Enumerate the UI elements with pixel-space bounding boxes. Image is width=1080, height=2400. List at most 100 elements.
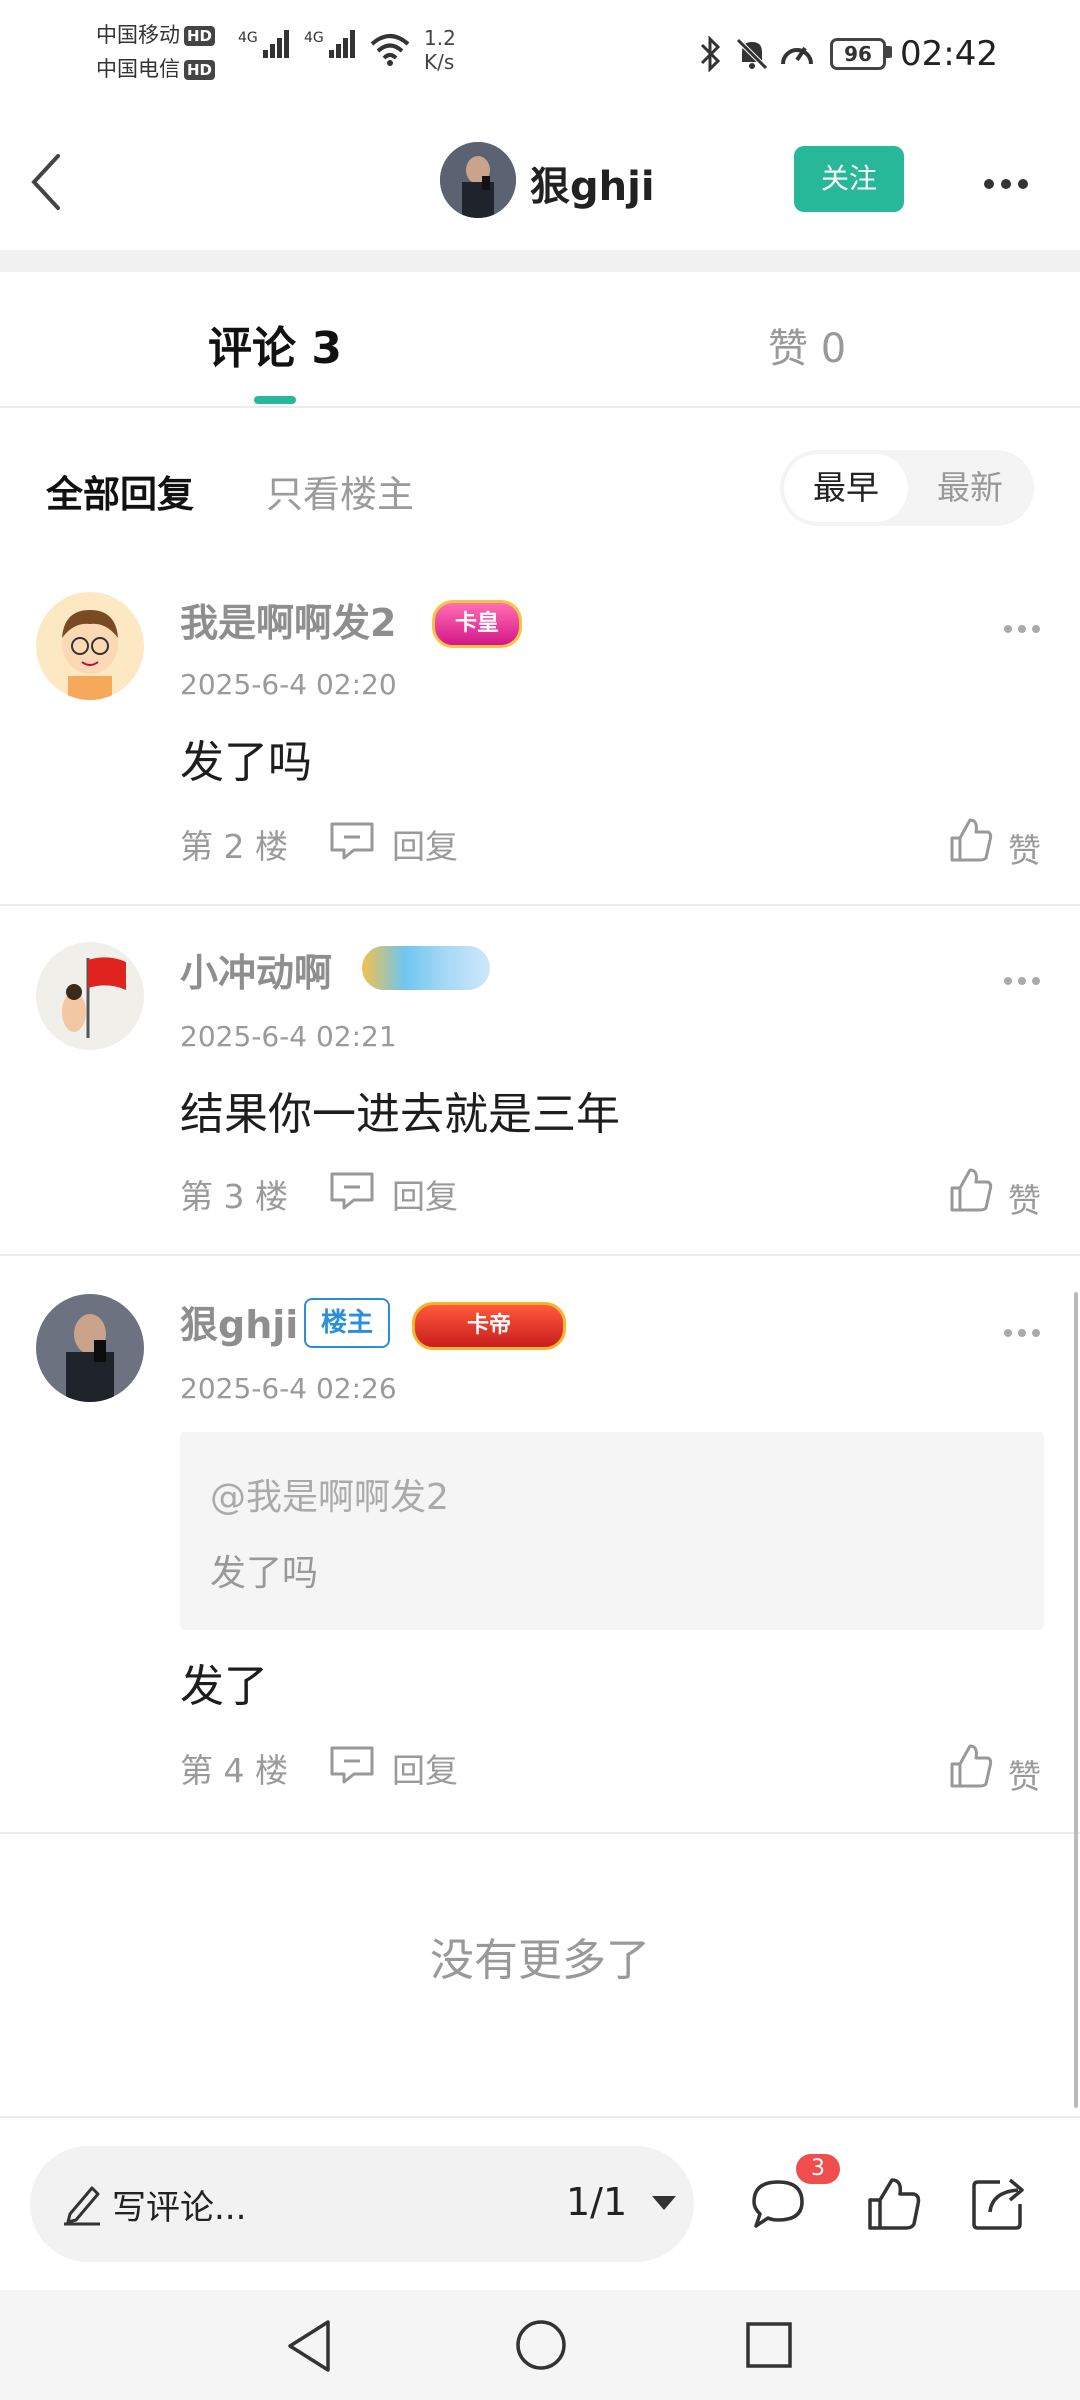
write-comment-placeholder[interactable]: 写评论... [112, 2180, 246, 2229]
comment-avatar[interactable] [36, 942, 144, 1050]
header-username[interactable]: 狠ghji [530, 154, 655, 212]
battery-level: 96 [844, 42, 872, 66]
comment-more-icon[interactable] [1004, 618, 1046, 637]
speedometer-icon [781, 46, 813, 65]
comment-more-icon[interactable] [1004, 1322, 1046, 1341]
comment-divider [0, 1832, 1080, 1834]
comment-time: 2025-6-4 02:20 [180, 668, 397, 701]
comment-icon[interactable] [748, 2176, 808, 2232]
hd-badge-1: HD [184, 26, 216, 46]
header-avatar[interactable] [440, 142, 516, 218]
comment-divider [0, 904, 1080, 906]
person-photo-icon [440, 142, 516, 218]
carrier-1: 中国移动 HD [96, 20, 216, 50]
reply-button[interactable]: 回复 [392, 1170, 458, 1218]
comment-time: 2025-6-4 02:26 [180, 1372, 397, 1405]
comment-item: 我是啊啊发2 卡皇 2025-6-4 02:20 发了吗 第 2 楼 回复 赞 [0, 580, 1080, 904]
reply-bubble-icon[interactable] [328, 820, 376, 862]
bluetooth-icon [700, 36, 721, 72]
wifi-icon [370, 34, 410, 66]
comment-text: 发了 [180, 1661, 268, 1712]
back-arrow-icon[interactable] [28, 152, 64, 212]
comment-floor: 第 4 楼 [180, 1751, 288, 1790]
comment-item: 小冲动啊 2025-6-4 02:21 结果你一进去就是三年 第 3 楼 回复 … [0, 932, 1080, 1254]
filter-owner-only[interactable]: 只看楼主 [266, 464, 414, 518]
top-app-bar: 狠ghji 关注 [0, 110, 1080, 250]
nav-recents-icon[interactable] [744, 2320, 794, 2370]
sort-toggle: 最早 最新 [780, 450, 1034, 526]
scrollbar[interactable] [1074, 1292, 1078, 2108]
tab-comments[interactable]: 评论 3 [208, 312, 342, 376]
comment-floor: 第 2 楼 [180, 827, 288, 866]
thumbs-up-icon[interactable] [948, 1166, 994, 1214]
owner-tag: 楼主 [304, 1298, 390, 1348]
comment-username[interactable]: 我是啊啊发2 [180, 592, 396, 647]
hd-badge-2: HD [184, 60, 216, 80]
system-nav-bar [0, 2290, 1080, 2400]
filter-all-replies[interactable]: 全部回复 [46, 464, 194, 518]
battery-indicator: 96 [830, 38, 886, 70]
like-button[interactable]: 赞 [1008, 1174, 1041, 1222]
comment-avatar[interactable] [36, 592, 144, 700]
net-speed-unit: K/s [424, 50, 455, 74]
cartoon-avatar-icon [36, 592, 144, 700]
comment-text: 结果你一进去就是三年 [180, 1089, 620, 1140]
sort-latest[interactable]: 最新 [908, 454, 1032, 522]
reply-button[interactable]: 回复 [392, 820, 458, 868]
sort-earliest[interactable]: 最早 [784, 454, 908, 522]
like-button[interactable]: 赞 [1008, 1750, 1041, 1798]
comment-username[interactable]: 小冲动啊 [180, 942, 332, 997]
comment-avatar[interactable] [36, 1294, 144, 1402]
comment-text: 发了吗 [180, 737, 312, 788]
more-options-icon[interactable] [984, 174, 1035, 193]
comment-item: 狠ghji 楼主 卡帝 2025-6-4 02:26 @我是啊啊发2 发了吗 发… [0, 1284, 1080, 1830]
nav-home-icon[interactable] [514, 2318, 568, 2372]
clock: 02:42 [900, 34, 998, 74]
thumbs-up-icon[interactable] [948, 816, 994, 864]
decoration-badge [362, 946, 490, 990]
quoted-reply: @我是啊啊发2 发了吗 [180, 1432, 1044, 1630]
comment-floor: 第 3 楼 [180, 1177, 288, 1216]
reply-bubble-icon[interactable] [328, 1744, 376, 1786]
carrier-2-label: 中国电信 [96, 57, 180, 81]
nav-back-icon[interactable] [284, 2318, 334, 2374]
status-bar: 中国移动 HD 中国电信 HD 4G 4G 1.2 K/s 96 02:42 [0, 0, 1080, 110]
follow-button[interactable]: 关注 [794, 146, 904, 212]
comment-more-icon[interactable] [1004, 970, 1046, 989]
signal-1-icon: 4G [238, 30, 291, 58]
battery-tip [886, 46, 892, 58]
net-type-2: 4G [304, 30, 324, 46]
level-badge: 卡皇 [432, 600, 522, 648]
header-separator [0, 250, 1080, 272]
comment-count-badge: 3 [796, 2154, 840, 2184]
page-indicator[interactable]: 1/1 [566, 2180, 627, 2224]
tab-active-indicator [254, 396, 296, 404]
tab-likes[interactable]: 赞 0 [768, 316, 846, 374]
share-icon[interactable] [970, 2174, 1028, 2232]
signal-2-icon: 4G [304, 30, 357, 58]
reply-bubble-icon[interactable] [328, 1170, 376, 1212]
comment-divider [0, 1254, 1080, 1256]
reply-button[interactable]: 回复 [392, 1744, 458, 1792]
net-speed-value: 1.2 [424, 26, 456, 50]
no-more-text: 没有更多了 [430, 1935, 650, 1986]
chevron-down-icon[interactable] [650, 2194, 678, 2212]
carrier-2: 中国电信 HD [96, 54, 216, 84]
net-speed: 1.2 K/s [424, 26, 456, 74]
bottom-bar-divider [0, 2116, 1080, 2118]
quoted-mention[interactable]: @我是啊啊发2 [210, 1468, 449, 1520]
flag-photo-icon [36, 942, 144, 1050]
tabs-divider [0, 406, 1080, 408]
comment-time: 2025-6-4 02:21 [180, 1020, 397, 1053]
like-button[interactable]: 赞 [1008, 824, 1041, 872]
person-photo-icon [36, 1294, 144, 1402]
net-type-1: 4G [238, 30, 258, 46]
mute-bell-icon [736, 38, 768, 70]
thumbs-up-icon[interactable] [866, 2176, 922, 2232]
comment-input-bar[interactable]: 写评论... 1/1 [30, 2146, 694, 2262]
pencil-icon [64, 2186, 100, 2226]
level-badge: 卡帝 [412, 1302, 566, 1350]
quoted-text: 发了吗 [210, 1553, 319, 1594]
comment-username[interactable]: 狠ghji [180, 1294, 298, 1349]
thumbs-up-icon[interactable] [948, 1742, 994, 1790]
